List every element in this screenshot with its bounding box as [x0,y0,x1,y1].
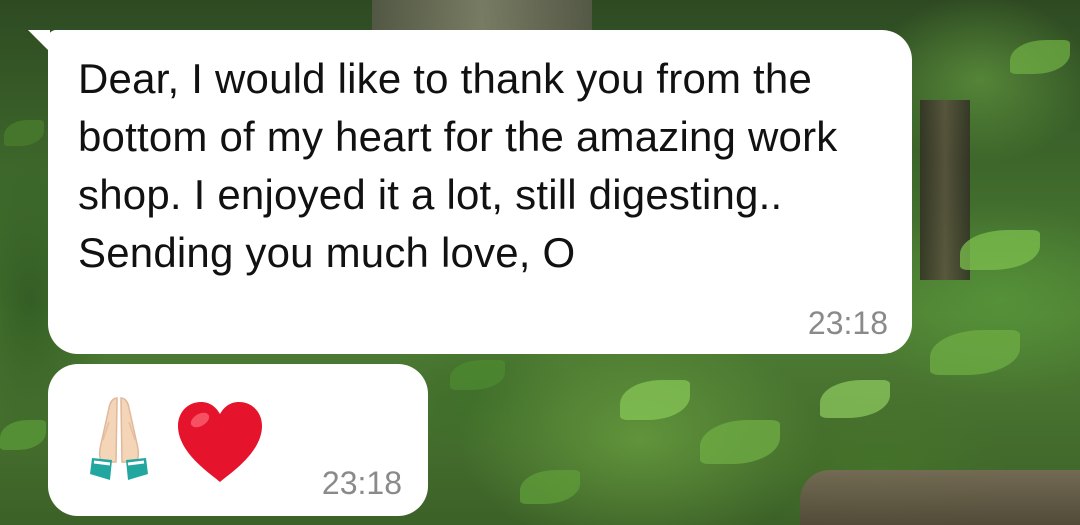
leaf-decoration [930,330,1020,375]
emoji-row [86,392,266,484]
fallen-log-decoration [800,470,1080,525]
leaf-decoration [700,420,780,464]
leaf-decoration [1010,40,1070,74]
red-heart-icon [178,402,262,482]
bubble-tail [28,30,50,52]
folded-hands-icon [90,397,148,480]
leaf-decoration [820,380,890,418]
message-text: Dear, I would like to thank you from the… [78,55,838,276]
leaf-decoration [450,360,505,390]
leaf-decoration [960,230,1040,270]
leaf-decoration [0,420,46,450]
leaf-decoration [520,470,580,504]
message-timestamp: 23:18 [807,305,888,341]
leaf-decoration [4,120,44,146]
leaf-decoration [620,380,690,420]
message-bubble[interactable]: 23:18 [48,364,428,516]
message-bubble[interactable]: Dear, I would like to thank you from the… [28,30,912,354]
message-timestamp: 23:18 [321,465,402,501]
